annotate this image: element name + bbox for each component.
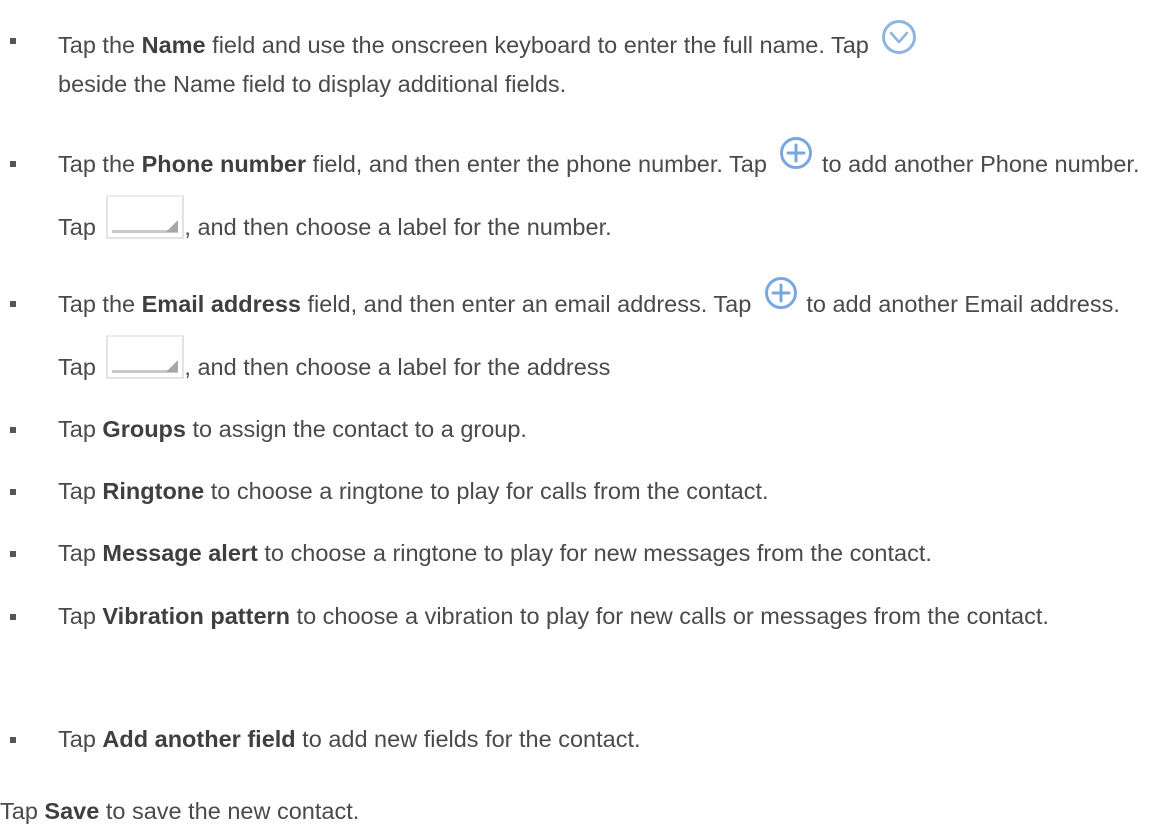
save-label: Save: [44, 798, 100, 824]
list-item-vibration-pattern: Tap Vibration pattern to choose a vibrat…: [58, 603, 1049, 629]
list-item-groups: Tap Groups to assign the contact to a gr…: [58, 416, 527, 442]
list-item-message-alert: Tap Message alert to choose a ringtone t…: [58, 540, 932, 566]
vibration-pattern-label: Vibration pattern: [102, 603, 291, 629]
list-item-name: Tap the Name field and use the onscreen …: [58, 20, 1150, 100]
bullet: [10, 489, 16, 495]
bullet: [10, 551, 16, 557]
chevron-circle-icon: [881, 19, 917, 63]
bullet: [10, 38, 16, 44]
name-field-label: Name: [141, 32, 206, 59]
plus-circle-icon: [764, 273, 798, 331]
list-item-add-another-field: Tap Add another field to add new fields …: [58, 726, 641, 752]
phone-number-field-label: Phone number: [141, 151, 307, 177]
email-address-field-label: Email address: [141, 291, 301, 317]
list-item-email: Tap the Email address field, and then en…: [58, 275, 1150, 396]
bullet: [10, 614, 16, 620]
bullet: [10, 427, 16, 433]
groups-label: Groups: [102, 416, 186, 442]
bullet: [10, 737, 16, 743]
list-item-ringtone: Tap Ringtone to choose a ringtone to pla…: [58, 478, 769, 504]
save-instruction: Tap Save to save the new contact.: [0, 798, 360, 824]
bullet: [10, 161, 16, 167]
ringtone-label: Ringtone: [102, 478, 205, 504]
add-another-field-label: Add another field: [102, 726, 296, 752]
plus-circle-icon: [779, 133, 813, 191]
message-alert-label: Message alert: [102, 540, 258, 566]
label-dropdown-icon: [106, 334, 185, 379]
list-item-phone: Tap the Phone number field, and then ent…: [58, 135, 1150, 256]
label-dropdown-icon: [106, 194, 185, 239]
bullet: [10, 301, 16, 307]
